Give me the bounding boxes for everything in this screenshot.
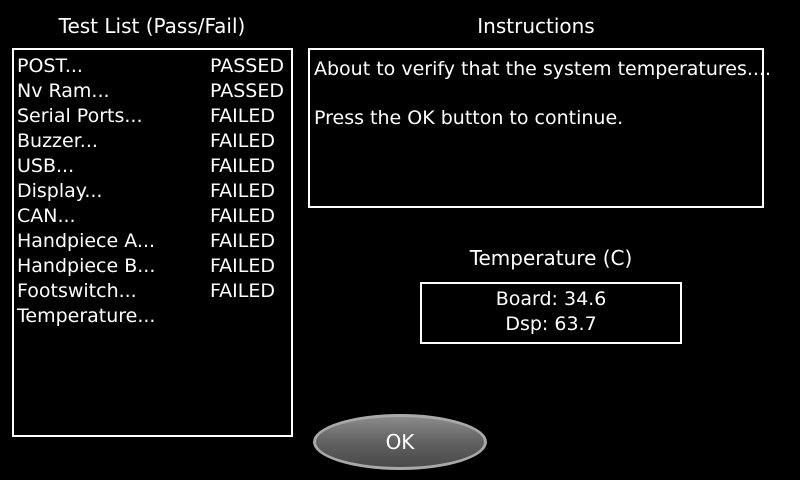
test-name: Handpiece A... <box>17 230 156 252</box>
test-name: Display... <box>17 180 103 202</box>
board-temperature: Board: 34.6 <box>495 288 607 310</box>
test-status: FAILED <box>210 230 276 252</box>
test-status: FAILED <box>210 105 276 127</box>
test-status: FAILED <box>210 180 276 202</box>
test-row-buzzer: Buzzer... FAILED <box>17 129 289 154</box>
ok-button[interactable]: OK <box>313 414 487 470</box>
test-name: Handpiece B... <box>17 255 156 277</box>
test-status: FAILED <box>210 205 276 227</box>
test-status: FAILED <box>210 255 276 277</box>
test-list-title: Test List (Pass/Fail) <box>58 14 246 38</box>
instructions-panel: About to verify that the system temperat… <box>308 48 771 208</box>
temperature-readout-panel: Board: 34.6 Dsp: 63.7 <box>420 282 682 344</box>
test-row-post: POST... PASSED <box>17 54 289 79</box>
test-name: Temperature... <box>17 305 156 327</box>
test-name: Serial Ports... <box>17 105 143 127</box>
test-status: FAILED <box>210 130 276 152</box>
dsp-temperature: Dsp: 63.7 <box>505 313 597 335</box>
test-name: Buzzer... <box>17 130 98 152</box>
test-status: FAILED <box>210 280 276 302</box>
instructions-title: Instructions <box>477 14 595 38</box>
test-row-handpiece-b: Handpiece B... FAILED <box>17 254 289 279</box>
test-status: FAILED <box>210 155 276 177</box>
test-name: Nv Ram... <box>17 80 110 102</box>
test-row-usb: USB... FAILED <box>17 154 289 179</box>
test-status: PASSED <box>210 80 284 102</box>
test-name: Footswitch... <box>17 280 137 302</box>
test-row-nv-ram: Nv Ram... PASSED <box>17 79 289 104</box>
test-list-panel: POST... PASSED Nv Ram... PASSED Serial P… <box>12 48 293 437</box>
test-row-footswitch: Footswitch... FAILED <box>17 279 289 304</box>
test-name: USB... <box>17 155 75 177</box>
test-row-temperature: Temperature... <box>17 304 289 329</box>
test-row-serial-ports: Serial Ports... FAILED <box>17 104 289 129</box>
test-row-handpiece-a: Handpiece A... FAILED <box>17 229 289 254</box>
test-name: CAN... <box>17 205 76 227</box>
temperature-title: Temperature (C) <box>469 246 633 270</box>
test-status: PASSED <box>210 55 284 77</box>
test-row-display: Display... FAILED <box>17 179 289 204</box>
instruction-text-line-2: Press the OK button to continue. <box>314 107 624 129</box>
instruction-text-line-1: About to verify that the system temperat… <box>314 58 772 80</box>
test-name: POST... <box>17 55 83 77</box>
test-row-can: CAN... FAILED <box>17 204 289 229</box>
